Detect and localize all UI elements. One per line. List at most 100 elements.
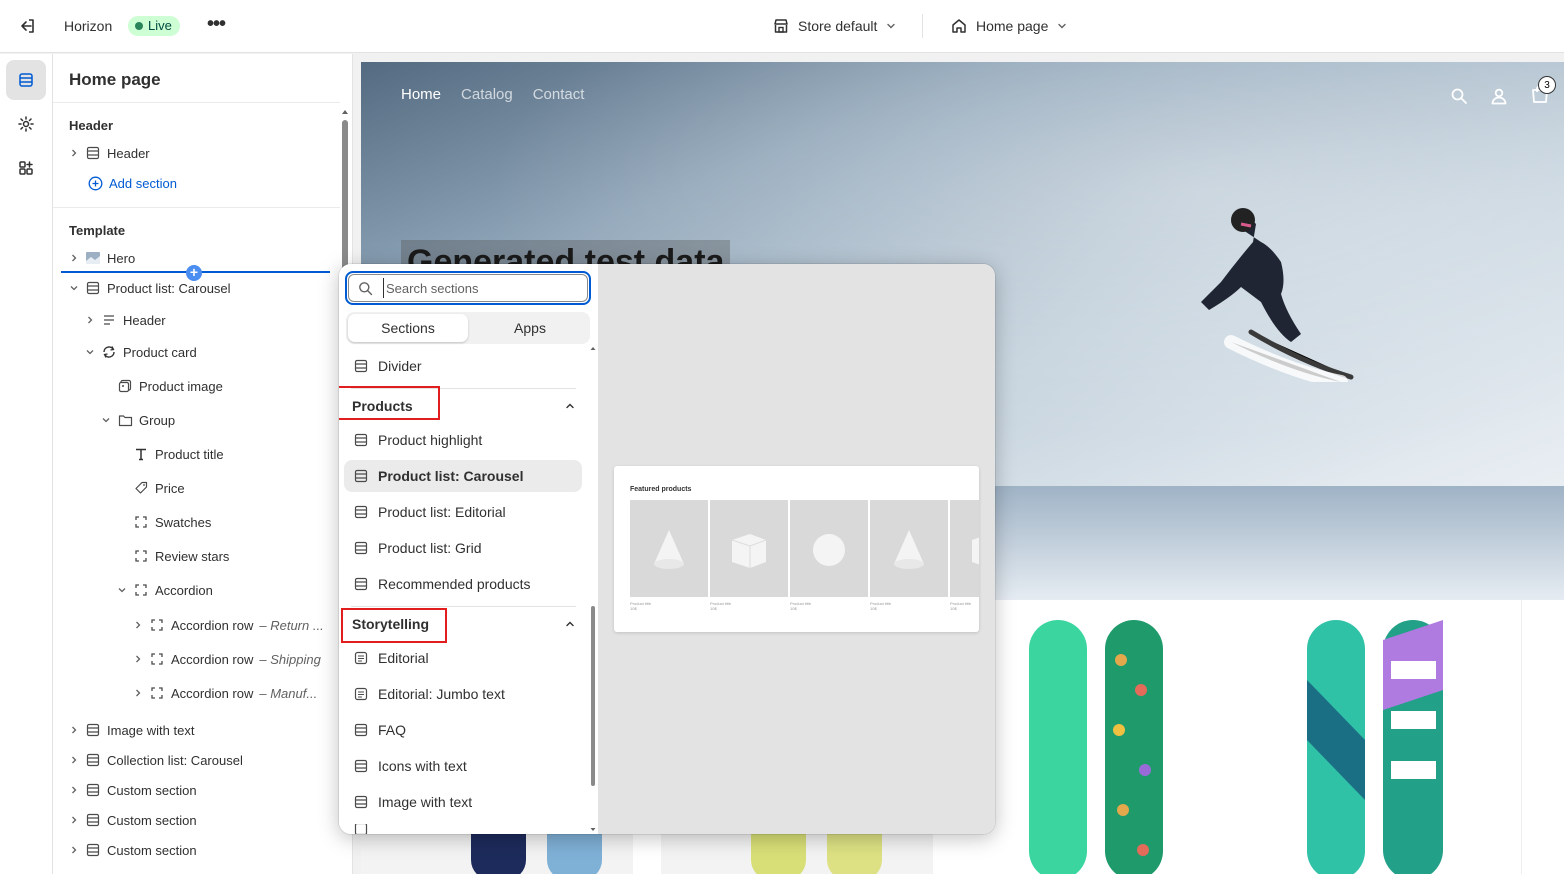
- section-icon: [354, 824, 368, 834]
- chevron-up-icon: [566, 403, 574, 409]
- product-card[interactable]: [1521, 600, 1564, 874]
- section-option-editorial-jumbo-text[interactable]: Editorial: Jumbo text: [344, 678, 582, 710]
- tree-item-product-card[interactable]: Product card: [85, 341, 197, 363]
- tree-item-label: Accordion row: [171, 685, 254, 701]
- tree-item-label: Product image: [139, 378, 223, 394]
- search-icon[interactable]: [1450, 87, 1468, 105]
- left-rail: [0, 54, 53, 874]
- more-actions-icon[interactable]: •••: [204, 12, 228, 40]
- section-sidebar: Home page Header Header Add section Temp…: [53, 54, 353, 874]
- tree-item-group[interactable]: Group: [101, 409, 175, 431]
- section-option-image-with-text[interactable]: Image with text: [344, 786, 582, 818]
- tab-sections[interactable]: Sections: [348, 314, 468, 342]
- section-option-recommended-products[interactable]: Recommended products: [344, 568, 582, 600]
- section-option-product-highlight[interactable]: Product highlight: [344, 424, 582, 456]
- section-option-product-list-grid[interactable]: Product list: Grid: [344, 532, 582, 564]
- header-group-label: Header: [69, 118, 114, 133]
- section-option-partial[interactable]: [344, 824, 582, 834]
- section-icon: [354, 505, 368, 519]
- scrollbar-thumb[interactable]: [591, 606, 595, 786]
- scrollbar-thumb[interactable]: [342, 120, 348, 280]
- snowboard-image: [1029, 620, 1163, 874]
- tree-item-collection-list[interactable]: Collection list: Carousel: [69, 749, 243, 771]
- section-option-label: Editorial: Jumbo text: [378, 686, 505, 702]
- tree-item-custom-section[interactable]: Custom section: [69, 809, 197, 831]
- chevron-up-icon: [566, 621, 574, 627]
- tree-item-swatches[interactable]: Swatches: [133, 511, 211, 533]
- product-card[interactable]: [961, 600, 1233, 874]
- nav-contact-link[interactable]: Contact: [533, 86, 585, 103]
- cone-shape-icon: [894, 530, 924, 569]
- storefront-nav: Home Catalog Contact: [401, 86, 584, 103]
- tree-item-product-title[interactable]: Product title: [133, 443, 224, 465]
- tree-item-hero[interactable]: Hero: [69, 247, 135, 269]
- sections-icon[interactable]: [6, 60, 46, 100]
- tree-item-product-list-carousel[interactable]: Product list: Carousel: [69, 277, 231, 299]
- home-icon: [952, 19, 966, 33]
- settings-gear-icon[interactable]: [6, 104, 46, 144]
- cart-button[interactable]: 3: [1530, 76, 1556, 107]
- accordion-row-title: Return ...: [270, 617, 324, 633]
- search-icon: [359, 282, 373, 296]
- add-section-button[interactable]: Add section: [87, 172, 177, 194]
- product-card[interactable]: [1241, 600, 1513, 874]
- section-option-product-list-carousel[interactable]: Product list: Carousel: [344, 460, 582, 492]
- cube-shape-icon: [731, 534, 767, 568]
- section-preview-panel: Featured products Product title 10$ Produ…: [598, 264, 995, 834]
- section-option-icons-with-text[interactable]: Icons with text: [344, 750, 582, 782]
- tree-item-price[interactable]: Price: [133, 477, 185, 499]
- tree-item-custom-section[interactable]: Custom section: [69, 839, 197, 861]
- apps-icon[interactable]: [6, 148, 46, 188]
- picker-scrollbar[interactable]: [589, 344, 597, 834]
- tree-item-accordion-row[interactable]: Accordion row – Return ...: [133, 614, 324, 636]
- add-section-popover: Sections Apps Divider Products Product h…: [339, 264, 995, 834]
- tab-apps[interactable]: Apps: [470, 314, 590, 342]
- chevron-down-icon: [118, 588, 126, 593]
- tree-item-product-image[interactable]: Product image: [117, 375, 223, 397]
- section-icon: [85, 842, 101, 858]
- tree-item-label: Image with text: [107, 722, 195, 738]
- store-selector[interactable]: Store default: [772, 14, 897, 38]
- tree-item-image-with-text[interactable]: Image with text: [69, 719, 194, 741]
- section-option-editorial[interactable]: Editorial: [344, 642, 582, 674]
- section-option-divider[interactable]: Divider: [344, 350, 582, 382]
- tree-item-header[interactable]: Header: [69, 142, 150, 164]
- section-option-label: Image with text: [378, 794, 473, 810]
- chevron-right-icon: [72, 786, 77, 794]
- section-option-label: FAQ: [378, 722, 407, 738]
- cart-count-badge: 3: [1538, 76, 1556, 94]
- chevron-right-icon: [72, 756, 77, 764]
- preview-product-tile: [630, 500, 708, 597]
- section-list-panel: Sections Apps Divider Products Product h…: [339, 264, 598, 834]
- tree-item-sublabel: – Manuf...: [259, 685, 318, 701]
- exit-icon[interactable]: [18, 16, 38, 36]
- chevron-right-icon: [136, 621, 141, 629]
- tree-item-label: Accordion row: [171, 617, 254, 633]
- block-dashed-icon: [133, 514, 149, 530]
- search-field[interactable]: [345, 271, 591, 305]
- chevron-right-icon: [136, 655, 141, 663]
- tree-item-accordion-row[interactable]: Accordion row – Manuf...: [133, 682, 317, 704]
- tree-item-review-stars[interactable]: Review stars: [133, 545, 229, 567]
- image-thumbnail-icon: [85, 250, 101, 266]
- account-icon[interactable]: [1490, 87, 1508, 105]
- section-option-faq[interactable]: FAQ: [344, 714, 582, 746]
- store-icon: [774, 19, 788, 33]
- tree-item-header-block[interactable]: Header: [85, 309, 166, 331]
- tree-item-custom-section[interactable]: Custom section: [69, 779, 197, 801]
- sphere-shape-icon: [813, 534, 845, 566]
- section-option-label: Icons with text: [378, 758, 467, 774]
- tree-item-accordion[interactable]: Accordion: [117, 579, 213, 601]
- section-option-product-list-editorial[interactable]: Product list: Editorial: [344, 496, 582, 528]
- chevron-down-icon: [1058, 23, 1067, 29]
- block-dashed-icon: [149, 685, 165, 701]
- tree-item-accordion-row[interactable]: Accordion row – Shipping: [133, 648, 321, 670]
- nav-catalog-link[interactable]: Catalog: [461, 86, 513, 103]
- tree-item-label: Review stars: [155, 548, 230, 564]
- nav-home-link[interactable]: Home: [401, 86, 441, 103]
- accordion-row-title: Shipping: [270, 651, 321, 667]
- tree-item-label: Product list: Carousel: [107, 280, 231, 296]
- section-icon: [85, 722, 101, 738]
- page-selector[interactable]: Home page: [950, 14, 1068, 38]
- search-sections-input[interactable]: [383, 278, 583, 298]
